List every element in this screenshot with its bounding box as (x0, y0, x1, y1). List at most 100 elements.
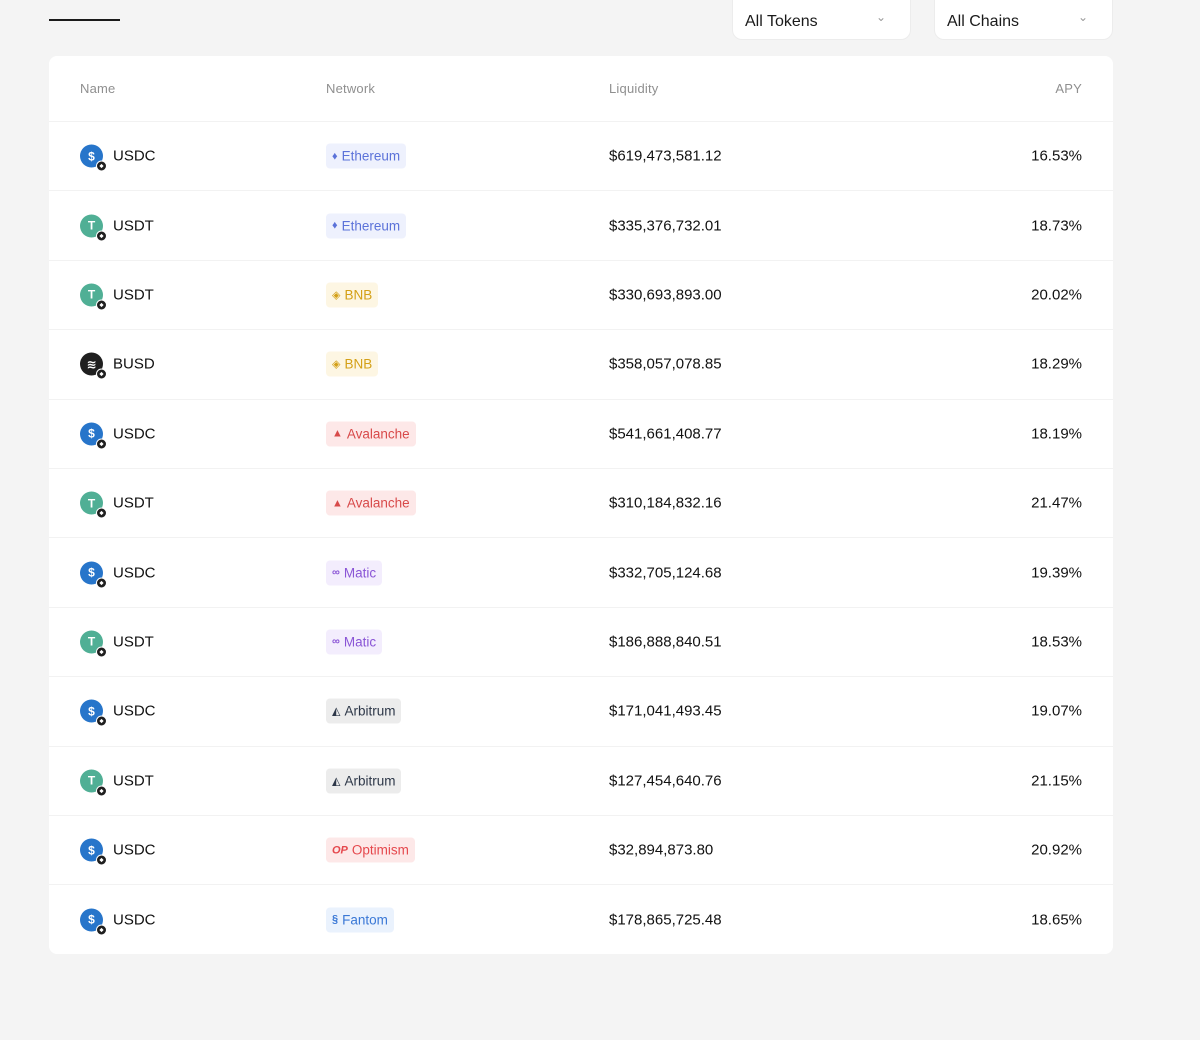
network-cell: ♦ Ethereum (326, 143, 407, 169)
table-row[interactable]: $ USDC § Fantom $178,865,725.48 18.65% (49, 885, 1113, 954)
apy-value: 18.53% (1031, 633, 1082, 651)
table-row[interactable]: $ USDC ◭ Arbitrum $171,041,493.45 19.07% (49, 677, 1113, 747)
bnb-icon: ◈ (332, 358, 341, 371)
table-row[interactable]: $ USDC ▲ Avalanche $541,661,408.77 18.19… (49, 400, 1113, 469)
liquidity-value: $186,888,840.51 (609, 633, 722, 651)
token-cell: $ USDC (80, 908, 156, 936)
arbitrum-icon: ◭ (332, 705, 341, 718)
apy-value: 21.47% (1031, 494, 1082, 512)
table-row[interactable]: $ USDC ♦ Ethereum $619,473,581.12 16.53% (49, 122, 1113, 192)
network-badge: § Fantom (326, 907, 394, 933)
chain-mini-icon (96, 715, 107, 727)
chevron-down-icon: ⌄ (1077, 10, 1088, 24)
usdt-icon: T (80, 769, 107, 797)
usdt-icon: T (80, 283, 107, 311)
network-badge: OP Optimism (326, 837, 415, 863)
token-name: USDT (113, 633, 154, 651)
apy-value: 18.29% (1031, 355, 1082, 373)
token-name: USDT (113, 494, 154, 512)
network-cell: ◭ Arbitrum (326, 698, 402, 724)
table-row[interactable]: T USDT ♦ Ethereum $335,376,732.01 18.73% (49, 191, 1113, 261)
active-tab-indicator (49, 19, 120, 21)
network-name: Ethereum (341, 218, 401, 234)
bnb-icon: ◈ (332, 289, 341, 302)
token-cell: T USDT (80, 630, 154, 658)
token-filter-dropdown[interactable]: All Tokens ⌄ (732, 0, 911, 40)
token-cell: T USDT (80, 491, 154, 519)
column-header-apy[interactable]: APY (1055, 81, 1082, 96)
token-cell: T USDT (80, 769, 154, 797)
chain-filter-dropdown[interactable]: All Chains ⌄ (934, 0, 1113, 40)
network-badge: ▲ Avalanche (326, 490, 416, 516)
network-cell: ◈ BNB (326, 351, 379, 377)
apy-value: 20.92% (1031, 841, 1082, 859)
column-header-name[interactable]: Name (80, 81, 115, 96)
network-name: Matic (343, 634, 377, 650)
avalanche-icon: ▲ (332, 497, 343, 510)
apy-value: 16.53% (1031, 147, 1082, 165)
chain-mini-icon (96, 507, 107, 519)
token-cell: $ USDC (80, 422, 156, 450)
network-cell: ∞ Matic (326, 629, 383, 655)
table-body: $ USDC ♦ Ethereum $619,473,581.12 16.53%… (49, 122, 1113, 955)
table-row[interactable]: $ USDC OP Optimism $32,894,873.80 20.92% (49, 816, 1113, 886)
network-badge: ◈ BNB (326, 282, 379, 308)
table-header: Name Network Liquidity APY (49, 56, 1113, 122)
network-name: Fantom (342, 912, 388, 928)
usdc-icon: $ (80, 144, 107, 172)
token-cell: $ USDC (80, 144, 156, 172)
network-badge: ∞ Matic (326, 560, 383, 586)
fantom-icon: § (332, 913, 339, 926)
network-cell: ◭ Arbitrum (326, 768, 402, 794)
token-cell: $ USDC (80, 561, 156, 589)
usdc-icon: $ (80, 908, 107, 936)
token-name: USDC (113, 702, 156, 720)
table-row[interactable]: T USDT ▲ Avalanche $310,184,832.16 21.47… (49, 469, 1113, 539)
network-name: BNB (344, 356, 373, 372)
network-name: Arbitrum (344, 773, 396, 789)
usdt-icon: T (80, 491, 107, 519)
apy-value: 21.15% (1031, 772, 1082, 790)
optimism-icon: OP (332, 844, 348, 857)
pools-page: All Tokens ⌄ All Chains ⌄ Name Network L… (0, 0, 1200, 1040)
ethereum-icon: ♦ (332, 219, 338, 232)
liquidity-value: $541,661,408.77 (609, 425, 722, 443)
network-cell: ♦ Ethereum (326, 213, 407, 239)
token-name: USDC (113, 425, 156, 443)
chain-mini-icon (96, 299, 107, 311)
liquidity-value: $358,057,078.85 (609, 355, 722, 373)
apy-value: 18.65% (1031, 911, 1082, 929)
column-header-network[interactable]: Network (326, 81, 375, 96)
token-name: USDC (113, 147, 156, 165)
table-row[interactable]: $ USDC ∞ Matic $332,705,124.68 19.39% (49, 538, 1113, 608)
liquidity-value: $619,473,581.12 (609, 147, 722, 165)
chain-mini-icon (96, 438, 107, 450)
apy-value: 19.39% (1031, 564, 1082, 582)
token-cell: T USDT (80, 283, 154, 311)
liquidity-value: $310,184,832.16 (609, 494, 722, 512)
token-name: USDT (113, 217, 154, 235)
network-cell: ∞ Matic (326, 560, 383, 586)
usdt-icon: T (80, 630, 107, 658)
network-name: Matic (343, 565, 377, 581)
usdt-icon: T (80, 214, 107, 242)
table-row[interactable]: ≋ BUSD ◈ BNB $358,057,078.85 18.29% (49, 330, 1113, 400)
table-row[interactable]: T USDT ◈ BNB $330,693,893.00 20.02% (49, 261, 1113, 331)
network-name: Avalanche (346, 426, 410, 442)
column-header-liquidity[interactable]: Liquidity (609, 81, 659, 96)
liquidity-value: $330,693,893.00 (609, 286, 722, 304)
token-cell: ≋ BUSD (80, 352, 155, 380)
network-badge: ◭ Arbitrum (326, 768, 402, 794)
liquidity-value: $335,376,732.01 (609, 217, 722, 235)
chain-mini-icon (96, 785, 107, 797)
table-row[interactable]: T USDT ∞ Matic $186,888,840.51 18.53% (49, 608, 1113, 678)
chevron-down-icon: ⌄ (875, 10, 886, 24)
liquidity-value: $332,705,124.68 (609, 564, 722, 582)
token-name: USDC (113, 841, 156, 859)
apy-value: 18.73% (1031, 217, 1082, 235)
network-name: Avalanche (346, 495, 410, 511)
network-name: Arbitrum (344, 703, 396, 719)
chain-mini-icon (96, 854, 107, 866)
table-row[interactable]: T USDT ◭ Arbitrum $127,454,640.76 21.15% (49, 747, 1113, 816)
chain-mini-icon (96, 230, 107, 242)
